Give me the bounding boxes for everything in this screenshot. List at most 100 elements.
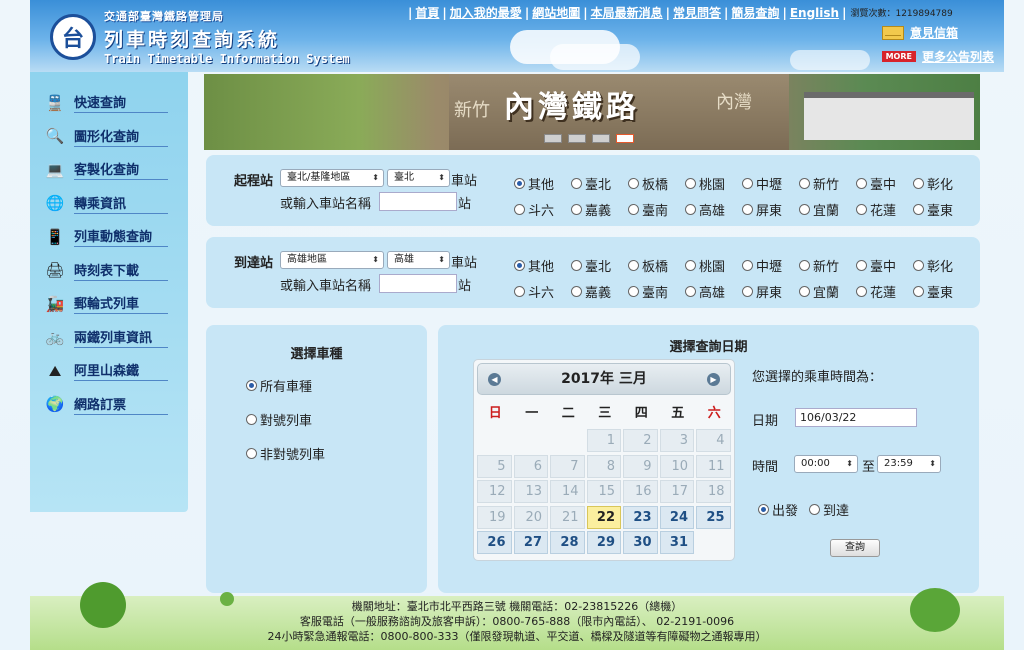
radio[interactable]	[799, 203, 810, 215]
destination-station-option[interactable]: 臺中	[856, 256, 913, 275]
destination-station-option[interactable]: 宜蘭	[799, 282, 856, 301]
origin-station-option[interactable]: 高雄	[685, 200, 742, 219]
destination-station-option[interactable]: 板橋	[628, 256, 685, 275]
origin-station-select[interactable]: 臺北 ⬍	[387, 169, 450, 187]
destination-station-option[interactable]: 中壢	[742, 256, 799, 275]
radio[interactable]	[913, 203, 924, 215]
train-type-unreserved[interactable]: 非對號列車	[246, 444, 325, 463]
calendar-day[interactable]: 26	[477, 531, 512, 554]
origin-region-select[interactable]: 臺北/基隆地區 ⬍	[280, 169, 384, 187]
calendar-day-selected[interactable]: 22	[586, 505, 621, 529]
prev-month-icon[interactable]: ◀	[488, 373, 501, 386]
train-type-reserved[interactable]: 對號列車	[246, 410, 312, 429]
banner-dot[interactable]	[544, 134, 562, 143]
nav-add-favorite[interactable]: 加入我的最愛	[447, 4, 525, 21]
train-type-all[interactable]: 所有車種	[246, 376, 312, 395]
radio[interactable]	[913, 177, 924, 189]
radio[interactable]	[856, 203, 867, 215]
radio[interactable]	[742, 259, 753, 271]
radio[interactable]	[799, 177, 810, 189]
mailbox-link[interactable]: 意見信箱	[881, 24, 958, 41]
banner-carousel[interactable]: 新竹 內灣鐵路 內灣	[204, 74, 980, 150]
calendar-day[interactable]: 30	[623, 531, 658, 554]
more-news-label[interactable]: 更多公告列表	[922, 48, 994, 65]
destination-station-option[interactable]: 新竹	[799, 256, 856, 275]
radio[interactable]	[514, 285, 525, 297]
destination-region-select[interactable]: 高雄地區 ⬍	[280, 251, 384, 269]
radio[interactable]	[913, 259, 924, 271]
sidebar-item-bike-train[interactable]: 🚲 兩鐵列車資訊	[42, 321, 188, 355]
radio[interactable]	[571, 259, 582, 271]
destination-station-option[interactable]: 斗六	[514, 282, 571, 301]
radio[interactable]	[571, 285, 582, 297]
radio[interactable]	[685, 259, 696, 271]
destination-station-option[interactable]: 臺東	[913, 282, 970, 301]
more-news-link[interactable]: MORE 更多公告列表	[881, 48, 994, 65]
time-to-select[interactable]: 23:59 ⬍	[877, 455, 941, 473]
date-input[interactable]: 106/03/22	[795, 408, 917, 427]
destination-station-option[interactable]: 桃園	[685, 256, 742, 275]
origin-station-option[interactable]: 桃園	[685, 174, 742, 193]
nav-sitemap[interactable]: 網站地圖	[529, 4, 583, 21]
destination-station-option[interactable]: 臺南	[628, 282, 685, 301]
sidebar-item-custom-query[interactable]: 💻 客製化查詢	[42, 153, 188, 187]
origin-station-option[interactable]: 新竹	[799, 174, 856, 193]
origin-station-option[interactable]: 宜蘭	[799, 200, 856, 219]
origin-station-option[interactable]: 中壢	[742, 174, 799, 193]
banner-dot-active[interactable]	[616, 134, 634, 143]
calendar-day[interactable]: 28	[550, 531, 585, 554]
radio[interactable]	[571, 203, 582, 215]
site-logo[interactable]: 台 交通部臺灣鐵路管理局 列車時刻查詢系統 Train Timetable In…	[50, 8, 350, 66]
radio[interactable]	[628, 259, 639, 271]
destination-station-option[interactable]: 屏東	[742, 282, 799, 301]
nav-faq[interactable]: 常見問答	[670, 4, 724, 21]
radio[interactable]	[246, 448, 257, 459]
radio[interactable]	[742, 203, 753, 215]
origin-station-option[interactable]: 臺南	[628, 200, 685, 219]
sidebar-item-timetable-download[interactable]: 🖨 時刻表下載	[42, 254, 188, 288]
calendar-day[interactable]: 23	[623, 505, 658, 529]
calendar-day[interactable]: 31	[659, 531, 694, 554]
radio[interactable]	[799, 259, 810, 271]
radio[interactable]	[571, 177, 582, 189]
origin-station-option[interactable]: 板橋	[628, 174, 685, 193]
origin-station-option[interactable]: 其他	[514, 174, 571, 193]
destination-station-select[interactable]: 高雄 ⬍	[387, 251, 450, 269]
radio[interactable]	[628, 203, 639, 215]
origin-station-option[interactable]: 花蓮	[856, 200, 913, 219]
nav-home[interactable]: 首頁	[412, 4, 442, 21]
mailbox-label[interactable]: 意見信箱	[910, 24, 958, 41]
radio[interactable]	[685, 203, 696, 215]
destination-station-option[interactable]: 高雄	[685, 282, 742, 301]
origin-station-option[interactable]: 斗六	[514, 200, 571, 219]
origin-station-option[interactable]: 臺中	[856, 174, 913, 193]
radio[interactable]	[809, 504, 820, 515]
radio[interactable]	[514, 259, 525, 271]
calendar-day[interactable]: 25	[696, 505, 731, 529]
radio[interactable]	[514, 177, 525, 189]
sidebar-item-live-train[interactable]: 📱 列車動態查詢	[42, 220, 188, 254]
origin-station-option[interactable]: 臺北	[571, 174, 628, 193]
radio-selected[interactable]	[246, 380, 257, 391]
radio[interactable]	[913, 285, 924, 297]
sidebar-item-online-ticket[interactable]: 🌍 網路訂票	[42, 388, 188, 422]
radio[interactable]	[856, 177, 867, 189]
radio[interactable]	[514, 203, 525, 215]
origin-station-option[interactable]: 彰化	[913, 174, 970, 193]
sidebar-item-graphic-query[interactable]: 🔍 圖形化查詢	[42, 120, 188, 154]
time-from-select[interactable]: 00:00 ⬍	[794, 455, 858, 473]
calendar-day[interactable]: 24	[659, 505, 694, 529]
sidebar-item-alishan[interactable]: ⛰ 阿里山森鐵	[42, 354, 188, 388]
radio[interactable]	[856, 259, 867, 271]
destination-name-input[interactable]	[379, 274, 457, 293]
calendar-day[interactable]: 29	[586, 531, 621, 554]
banner-dot[interactable]	[568, 134, 586, 143]
radio[interactable]	[685, 177, 696, 189]
radio[interactable]	[628, 177, 639, 189]
destination-station-option[interactable]: 彰化	[913, 256, 970, 275]
calendar-day[interactable]: 27	[513, 531, 548, 554]
origin-station-option[interactable]: 臺東	[913, 200, 970, 219]
destination-station-option[interactable]: 嘉義	[571, 282, 628, 301]
search-button[interactable]: 查詢	[830, 539, 880, 557]
nav-english[interactable]: English	[787, 6, 842, 20]
